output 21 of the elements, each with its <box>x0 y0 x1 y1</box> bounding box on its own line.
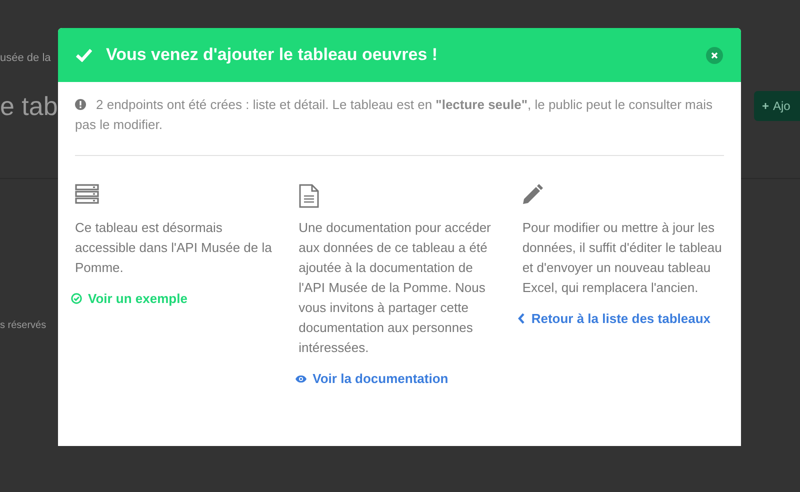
link[interactable]: Retour à la liste des tableaux <box>518 309 711 328</box>
breadcrumb[interactable]: usée de la <box>0 50 51 66</box>
close-icon <box>711 52 718 58</box>
description-text: Ce tableau est désormais accessible dans l'API Musée de la Pomme. <box>75 219 273 277</box>
description-text: Pour modifier ou mettre à jour les données, il suffit d'éditer le tableau et d'envoyer un nouveau tableau Excel, qui remplacera l'ancien. <box>522 219 723 297</box>
notice-text: 2 endpoints ont été crées : liste et détail. Le tableau est en "lecture seule", le public peut le consulter mais pas le modifier. <box>75 96 714 134</box>
chevron-left-icon <box>518 313 526 324</box>
server-icon <box>75 184 99 204</box>
description-text: Une documentation pour accéder aux données de ce tableau a été ajoutée à la documentation de l'API Musée de la Pomme. Nous vous invitons à partager cette documentation aux personnes intéressées. <box>298 219 492 357</box>
check-icon <box>76 48 92 62</box>
document-icon <box>298 184 319 208</box>
exclamation-icon <box>75 99 86 110</box>
footer-text: s réservés <box>0 319 46 333</box>
link[interactable]: Voir la documentation <box>294 369 448 388</box>
add-button[interactable]: + Ajo <box>754 91 800 121</box>
pencil-icon <box>522 184 544 205</box>
close-button[interactable] <box>706 46 723 64</box>
page-heading: e tab <box>0 90 58 122</box>
check-circle-icon <box>71 293 82 304</box>
eye-icon <box>294 374 307 383</box>
modal-title: Vous venez d'ajouter le tableau oeuvres ! <box>106 44 438 66</box>
